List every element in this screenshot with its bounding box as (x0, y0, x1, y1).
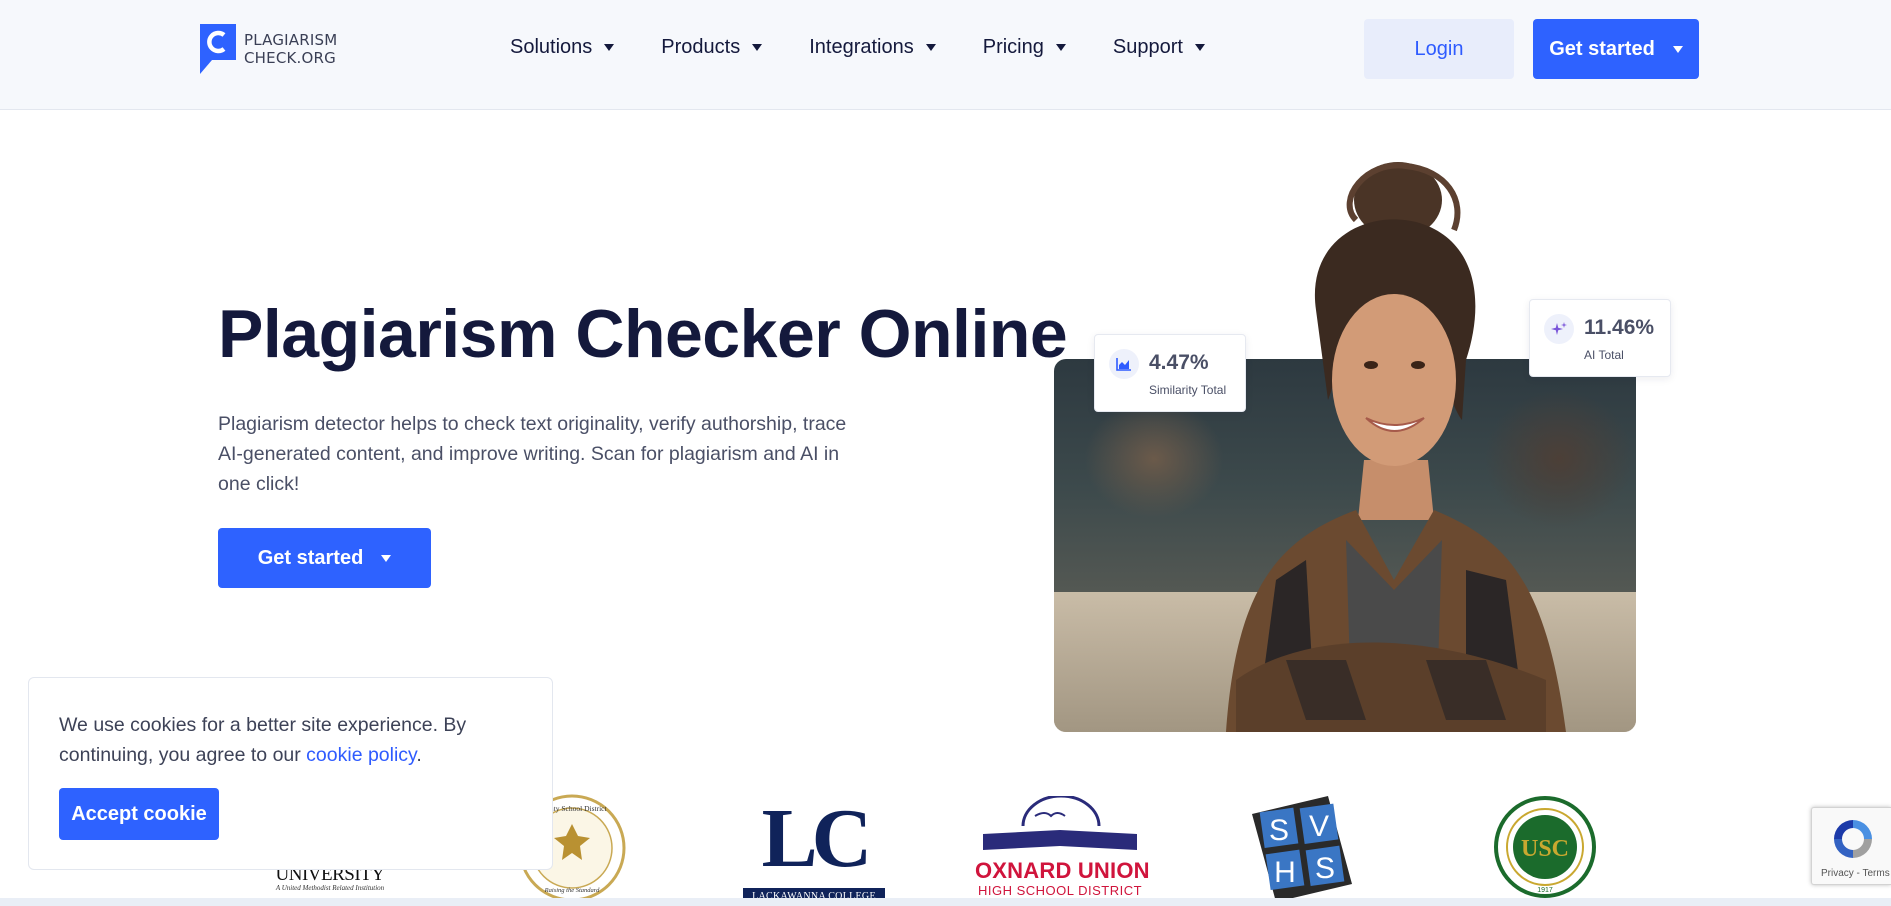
brand-line2: CHECK.ORG (244, 49, 336, 67)
login-button-label: Login (1414, 37, 1464, 60)
recaptcha-icon (1834, 820, 1872, 858)
svg-text:H: H (1274, 856, 1296, 889)
cookie-policy-link[interactable]: cookie policy (306, 744, 416, 766)
hero-get-started-label: Get started (257, 546, 364, 569)
nav-products-label: Products (661, 36, 741, 58)
svg-text:S: S (1269, 814, 1289, 847)
nav-support[interactable]: Support (1113, 36, 1205, 59)
nav-products[interactable]: Products (661, 36, 763, 59)
partner-logo-usc: USC 1917 (1494, 796, 1596, 898)
main-nav: Solutions Products Integrations Pricing … (510, 36, 1252, 59)
nav-pricing[interactable]: Pricing (983, 36, 1066, 59)
oxnard-book-icon (983, 796, 1137, 850)
partner-logo-svhs: S V H S (1252, 796, 1352, 902)
chevron-down-icon (1194, 44, 1205, 51)
chevron-down-icon (604, 44, 615, 51)
hero-description: Plagiarism detector helps to check text … (218, 413, 847, 495)
ai-stat-card: 11.46% AI Total (1529, 299, 1671, 377)
similarity-label: Similarity Total (1149, 383, 1227, 397)
oxnard-line1: OXNARD UNION (975, 858, 1150, 883)
cookie-message: We use cookies for a better site experie… (59, 710, 519, 770)
nav-solutions[interactable]: Solutions (510, 36, 615, 59)
hero-get-started-button[interactable]: Get started (218, 528, 431, 588)
sparkle-icon (1544, 314, 1574, 344)
accept-cookie-label: Accept cookie (71, 802, 207, 825)
usc-year: 1917 (1537, 887, 1553, 894)
district-motto: Raising the Standard (544, 887, 600, 894)
oxnard-line2: HIGH SCHOOL DISTRICT (977, 883, 1143, 898)
svg-text:V: V (1309, 810, 1329, 843)
chevron-down-icon (1055, 44, 1066, 51)
student-portrait-image (1226, 162, 1566, 732)
site-header: PLAGIARISM CHECK.ORG Solutions Products … (0, 0, 1891, 110)
brand-line1: PLAGIARISM (244, 31, 338, 49)
university-tagline: A United Methodist Related Institution (275, 884, 385, 892)
section-divider (0, 898, 1891, 906)
nav-integrations[interactable]: Integrations (809, 36, 936, 59)
page-title: Plagiarism Checker Online (218, 296, 1068, 372)
nav-solutions-label: Solutions (510, 36, 593, 58)
chevron-down-icon (752, 44, 763, 51)
ai-label: AI Total (1584, 348, 1624, 362)
nav-pricing-label: Pricing (982, 36, 1044, 58)
header-get-started-label: Get started (1549, 37, 1655, 60)
brand-logo[interactable]: PLAGIARISM CHECK.ORG (198, 24, 337, 74)
logo-c-icon (198, 24, 238, 74)
lackawanna-mark: LC (761, 792, 873, 885)
usc-mark: USC (1521, 836, 1569, 862)
recaptcha-links[interactable]: Privacy - Terms (1821, 868, 1890, 879)
nav-support-label: Support (1112, 36, 1183, 58)
brand-name: PLAGIARISM CHECK.ORG (244, 31, 337, 67)
svg-text:S: S (1315, 852, 1335, 885)
header-get-started-button[interactable]: Get started (1533, 19, 1699, 79)
cookie-text-after: . (416, 744, 422, 766)
partner-logo-oxnard: OXNARD UNION HIGH SCHOOL DISTRICT (975, 796, 1150, 906)
nav-integrations-label: Integrations (809, 36, 914, 58)
similarity-stat-card: 4.47% Similarity Total (1094, 334, 1246, 412)
chevron-down-icon (381, 554, 392, 562)
similarity-value: 4.47% (1149, 351, 1209, 374)
chart-icon (1109, 349, 1139, 379)
accept-cookie-button[interactable]: Accept cookie (59, 788, 219, 840)
chevron-down-icon (925, 44, 936, 51)
recaptcha-badge[interactable]: Privacy - Terms (1811, 807, 1891, 885)
chevron-down-icon (1672, 45, 1683, 53)
cookie-banner: We use cookies for a better site experie… (28, 677, 553, 870)
ai-value: 11.46% (1584, 316, 1655, 339)
partner-logo-lackawanna: LC LACKAWANNA COLLEGE (743, 794, 885, 906)
login-button[interactable]: Login (1364, 19, 1514, 79)
